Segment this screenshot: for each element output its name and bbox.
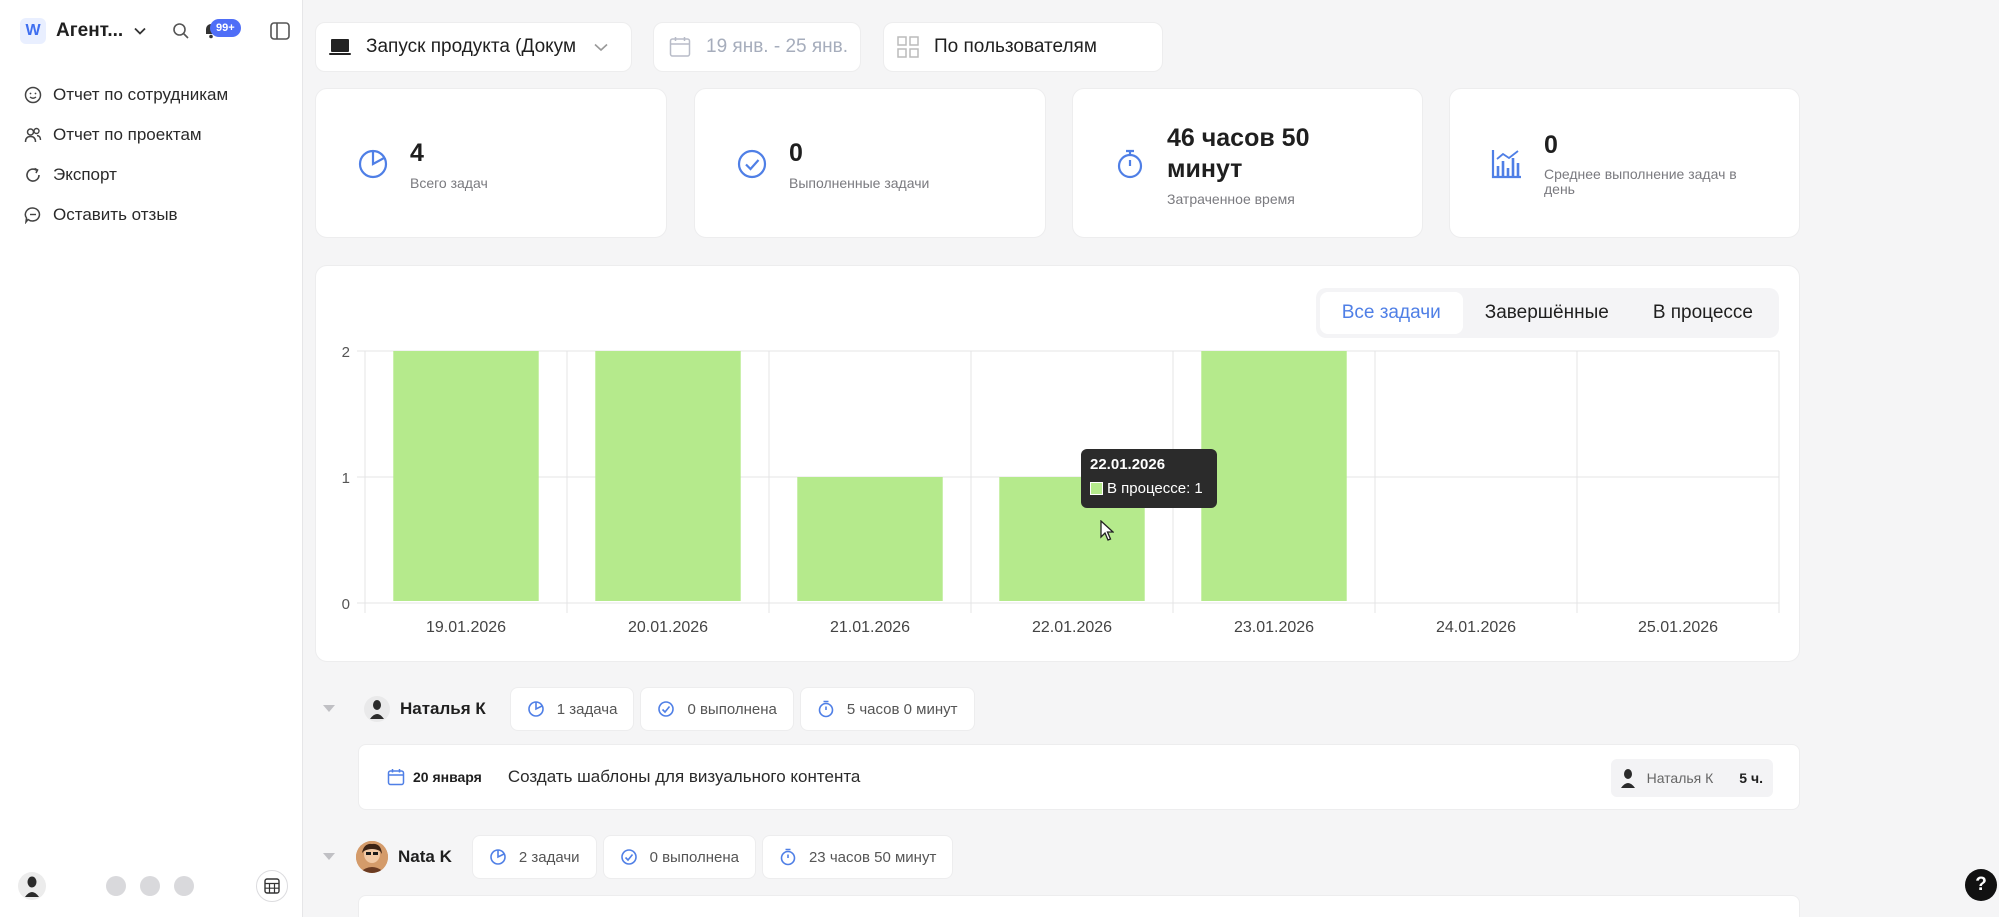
check-circle-icon <box>658 701 675 717</box>
stopwatch-icon <box>818 700 834 718</box>
chart-tooltip: 22.01.2026 В процессе: 1 <box>1081 449 1217 508</box>
y-tick-label: 0 <box>342 596 350 613</box>
task-row[interactable] <box>358 895 1800 917</box>
bar-23.01.2026 <box>1201 351 1347 601</box>
x-tick-label: 21.01.2026 <box>830 619 910 636</box>
tooltip-swatch <box>1090 482 1103 495</box>
x-tick-label: 19.01.2026 <box>426 619 506 636</box>
bar-19.01.2026 <box>393 351 539 601</box>
user-photo-icon <box>356 841 388 873</box>
user-avatar <box>364 696 390 722</box>
tooltip-row: В процессе: 1 <box>1090 480 1208 497</box>
help-button[interactable]: ? <box>1965 869 1997 901</box>
task-hours: 5 ч. <box>1739 770 1763 786</box>
x-tick-label: 22.01.2026 <box>1032 619 1112 636</box>
tasks-count-pill: 1 задача <box>509 687 635 731</box>
task-assignee: Наталья К 5 ч. <box>1610 759 1773 797</box>
pill-text: 0 выполнена <box>687 700 777 718</box>
pill-text: 2 задачи <box>518 848 580 866</box>
task-title[interactable]: Создать шаблоны для визуального контента <box>508 767 861 787</box>
user-group-natalya: Наталья К 1 задача 0 выполнена 5 часов 0… <box>320 687 981 731</box>
pill-text: 5 часов 0 минут <box>846 700 958 718</box>
collapse-triangle-icon[interactable] <box>320 848 338 866</box>
pie-chart-icon <box>490 849 506 865</box>
tasks-count-pill: 2 задачи <box>471 835 597 879</box>
assignee-name: Наталья К <box>1646 770 1714 786</box>
cursor-icon <box>1100 520 1114 541</box>
task-date: 20 января <box>413 769 482 785</box>
bar-21.01.2026 <box>797 477 943 601</box>
x-tick-label: 23.01.2026 <box>1234 619 1314 636</box>
calendar-icon <box>387 769 405 786</box>
user-name: Наталья К <box>400 699 486 718</box>
tooltip-text: В процессе: 1 <box>1107 480 1203 497</box>
user-name: Nata K <box>398 847 452 866</box>
y-tick-label: 2 <box>342 344 350 361</box>
y-tick-label: 1 <box>342 470 350 487</box>
pie-chart-icon <box>527 701 544 717</box>
pill-text: 0 выполнена <box>649 848 739 866</box>
time-spent-pill: 23 часов 50 минут <box>761 835 954 879</box>
time-spent-pill: 5 часов 0 минут <box>799 687 975 731</box>
check-circle-icon <box>620 849 637 865</box>
user-avatar <box>356 841 388 873</box>
x-tick-label: 20.01.2026 <box>628 619 708 636</box>
bar-20.01.2026 <box>595 351 741 601</box>
task-row[interactable]: 20 января Создать шаблоны для визуальног… <box>358 744 1800 810</box>
pill-text: 23 часов 50 минут <box>808 848 937 866</box>
x-tick-label: 24.01.2026 <box>1436 619 1516 636</box>
pill-text: 1 задача <box>556 700 618 718</box>
done-count-pill: 0 выполнена <box>602 835 756 879</box>
collapse-triangle-icon[interactable] <box>320 700 338 718</box>
done-count-pill: 0 выполнена <box>640 687 794 731</box>
user-avatar-icon <box>1620 769 1635 788</box>
user-avatar-icon <box>370 700 384 719</box>
x-tick-label: 25.01.2026 <box>1638 619 1718 636</box>
stopwatch-icon <box>780 848 796 866</box>
user-group-nata: Nata K 2 задачи 0 выполнена 23 часов 50 … <box>320 835 959 879</box>
tooltip-date: 22.01.2026 <box>1090 456 1166 473</box>
